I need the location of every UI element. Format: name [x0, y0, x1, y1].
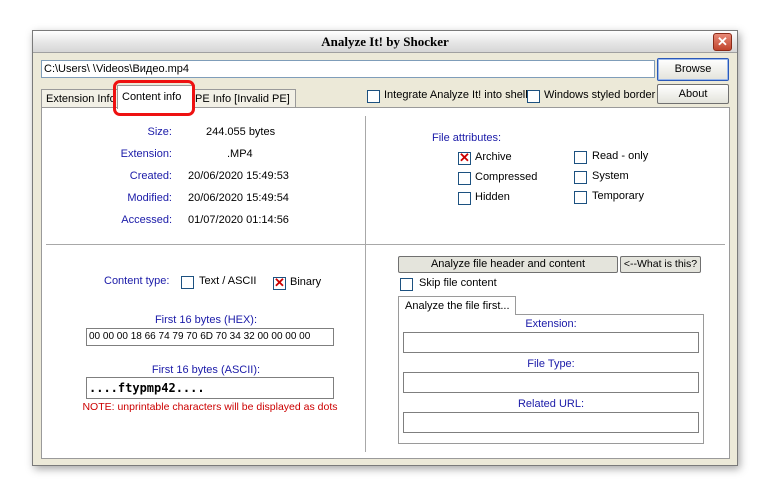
binary-label: Binary	[290, 276, 322, 288]
file-attributes-title: File attributes:	[432, 132, 502, 144]
readonly-checkbox[interactable]	[574, 151, 587, 164]
content-info-panel: Size: 244.055 bytes Extension: .MP4 Crea…	[41, 107, 730, 459]
modified-label: Modified:	[127, 192, 172, 204]
accessed-value: 01/07/2020 01:14:56	[188, 214, 289, 226]
result-filetype-label: File Type:	[527, 358, 575, 370]
compressed-checkbox[interactable]	[458, 172, 471, 185]
app-window: Analyze It! by Shocker ✕ C:\Users\ \Vide…	[32, 30, 738, 466]
extension-label: Extension:	[120, 148, 172, 160]
skip-content-label: Skip file content	[419, 277, 497, 289]
skip-content-checkbox[interactable]	[400, 278, 413, 291]
archive-checkbox[interactable]: ✕	[458, 151, 471, 165]
extension-value: .MP4	[227, 148, 253, 160]
window-title: Analyze It! by Shocker	[321, 34, 449, 49]
hex-value-field[interactable]: 00 00 00 18 66 74 79 70 6D 70 34 32 00 0…	[86, 328, 334, 346]
created-value: 20/06/2020 15:49:53	[188, 170, 289, 182]
temporary-checkbox[interactable]	[574, 191, 587, 204]
integrate-shell-label: Integrate Analyze It! into shell	[384, 89, 528, 101]
result-extension-label: Extension:	[525, 318, 577, 330]
size-value: 244.055 bytes	[206, 126, 276, 138]
modified-value: 20/06/2020 15:49:54	[188, 192, 289, 204]
horizontal-divider	[46, 244, 725, 245]
vertical-divider	[365, 116, 366, 452]
text-ascii-checkbox[interactable]	[181, 276, 194, 289]
highlight-annotation	[113, 80, 195, 116]
tab-extension-info[interactable]: Extension Info	[41, 89, 119, 108]
binary-checkbox[interactable]: ✕	[273, 276, 286, 290]
windows-border-label: Windows styled border	[544, 89, 656, 101]
windows-border-checkbox[interactable]	[527, 90, 540, 103]
size-label: Size:	[147, 126, 172, 138]
tab-pe-info[interactable]: PE Info [Invalid PE]	[190, 89, 296, 108]
ascii-label: First 16 bytes (ASCII):	[151, 364, 261, 376]
analyze-subtab[interactable]: Analyze the file first...	[398, 296, 516, 315]
hidden-checkbox[interactable]	[458, 192, 471, 205]
close-icon[interactable]: ✕	[713, 33, 732, 51]
result-filetype-field[interactable]	[403, 372, 699, 393]
integrate-shell-checkbox[interactable]	[367, 90, 380, 103]
system-label: System	[592, 170, 629, 182]
archive-label: Archive	[475, 151, 512, 163]
about-button[interactable]: About	[657, 84, 729, 104]
content-type-label: Content type:	[104, 275, 170, 287]
result-url-field[interactable]	[403, 412, 699, 433]
created-label: Created:	[129, 170, 172, 182]
ascii-value-field[interactable]: ....ftypmp42....	[86, 377, 334, 399]
readonly-label: Read - only	[592, 150, 649, 162]
accessed-label: Accessed:	[121, 214, 172, 226]
analyze-header-button[interactable]: Analyze file header and content	[398, 256, 618, 273]
hex-label: First 16 bytes (HEX):	[154, 314, 258, 326]
compressed-label: Compressed	[475, 171, 538, 183]
temporary-label: Temporary	[592, 190, 644, 202]
text-ascii-label: Text / ASCII	[199, 275, 257, 287]
result-url-label: Related URL:	[517, 398, 585, 410]
analyze-result-panel: Extension: File Type: Related URL:	[398, 314, 704, 444]
hidden-label: Hidden	[475, 191, 510, 203]
title-bar[interactable]: Analyze It! by Shocker ✕	[33, 31, 737, 53]
unprintable-note: NOTE: unprintable characters will be dis…	[82, 401, 338, 413]
browse-button[interactable]: Browse	[657, 58, 729, 81]
file-path-input[interactable]: C:\Users\ \Videos\Видео.mp4	[41, 60, 655, 78]
system-checkbox[interactable]	[574, 171, 587, 184]
result-extension-field[interactable]	[403, 332, 699, 353]
what-is-this-button[interactable]: <--What is this?	[620, 256, 701, 273]
